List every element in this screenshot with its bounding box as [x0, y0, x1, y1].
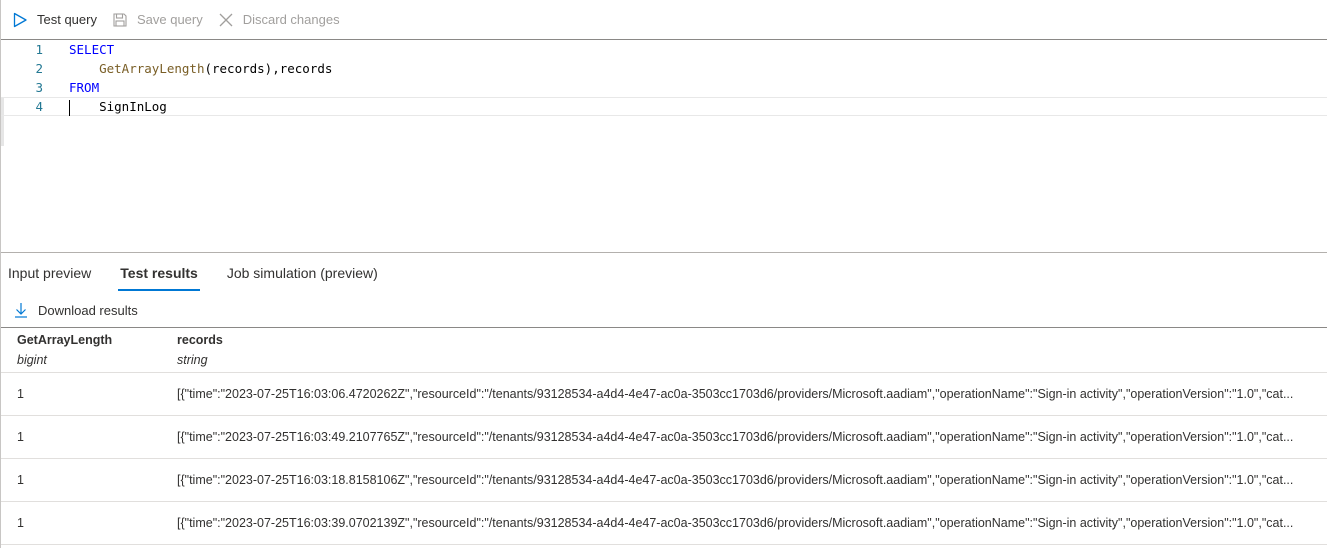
cell-records: [{"time":"2023-07-25T16:03:06.4720262Z",…: [177, 387, 1294, 401]
cell-getarraylength: 1: [17, 387, 24, 401]
code-line[interactable]: 1 SELECT: [1, 40, 1327, 59]
code-line[interactable]: 4 SignInLog: [1, 97, 1327, 116]
column-type-getarraylength: bigint: [17, 353, 47, 367]
cell-getarraylength: 1: [17, 473, 24, 487]
download-arrow-icon: [13, 301, 29, 319]
tab-job-simulation-preview[interactable]: Job simulation (preview): [227, 254, 378, 292]
table-row[interactable]: 1 [{"time":"2023-07-25T16:03:18.8158106Z"…: [1, 459, 1327, 502]
save-icon: [111, 11, 129, 29]
code-text: SignInLog: [69, 99, 167, 114]
cell-records: [{"time":"2023-07-25T16:03:49.2107765Z",…: [177, 430, 1294, 444]
cell-getarraylength: 1: [17, 516, 24, 530]
play-icon: [11, 11, 29, 29]
query-editor-panel: Test query Save query Discard changes 1 S…: [0, 0, 1327, 548]
line-number: 1: [35, 42, 43, 57]
save-query-label: Save query: [136, 11, 203, 27]
column-header-getarraylength[interactable]: GetArrayLength: [17, 333, 112, 347]
tab-input-preview[interactable]: Input preview: [8, 254, 91, 292]
code-token: (records),records: [204, 61, 333, 76]
discard-changes-button[interactable]: Discard changes: [217, 5, 340, 35]
results-grid-header: GetArrayLength bigint records string: [1, 328, 1327, 373]
column-type-records: string: [177, 353, 208, 367]
results-tabs: Input preview Test results Job simulation …: [1, 254, 1327, 292]
sql-keyword: SELECT: [69, 42, 115, 57]
line-number: 4: [35, 99, 43, 114]
save-query-button[interactable]: Save query: [111, 5, 203, 35]
close-icon: [217, 11, 235, 29]
results-grid: GetArrayLength bigint records string 1 [{…: [1, 327, 1327, 548]
table-row[interactable]: 1 [{"time":"2023-07-25T16:03:49.2107765Z"…: [1, 416, 1327, 459]
sql-code-editor[interactable]: 1 SELECT 2 GetArrayLength(records),records…: [1, 40, 1327, 253]
code-line[interactable]: 2 GetArrayLength(records),records: [1, 59, 1327, 78]
code-token: SignInLog: [69, 99, 167, 114]
tab-test-results[interactable]: Test results: [118, 254, 200, 292]
text-cursor: [69, 100, 70, 116]
cell-records: [{"time":"2023-07-25T16:03:18.8158106Z",…: [177, 473, 1294, 487]
download-results-button[interactable]: Download results: [13, 298, 138, 322]
code-text: FROM: [69, 80, 99, 95]
line-number: 3: [35, 80, 43, 95]
line-number: 2: [35, 61, 43, 76]
code-text: SELECT: [69, 42, 114, 57]
sql-keyword: FROM: [69, 80, 100, 95]
table-row[interactable]: 1 [{"time":"2023-07-25T16:03:06.4720262Z"…: [1, 373, 1327, 416]
code-line[interactable]: 3 FROM: [1, 78, 1327, 97]
query-toolbar: Test query Save query Discard changes: [1, 0, 1327, 40]
test-query-button[interactable]: Test query: [11, 5, 97, 35]
discard-changes-label: Discard changes: [242, 11, 340, 27]
cell-records: [{"time":"2023-07-25T16:03:39.0702139Z",…: [177, 516, 1294, 530]
download-results-label: Download results: [38, 302, 138, 318]
sql-function: GetArrayLength: [99, 61, 205, 76]
column-header-records[interactable]: records: [177, 333, 223, 347]
table-row[interactable]: 1 [{"time":"2023-07-25T16:03:39.0702139Z"…: [1, 502, 1327, 545]
code-text: GetArrayLength(records),records: [69, 61, 332, 76]
test-query-label: Test query: [37, 11, 97, 27]
cell-getarraylength: 1: [17, 430, 24, 444]
